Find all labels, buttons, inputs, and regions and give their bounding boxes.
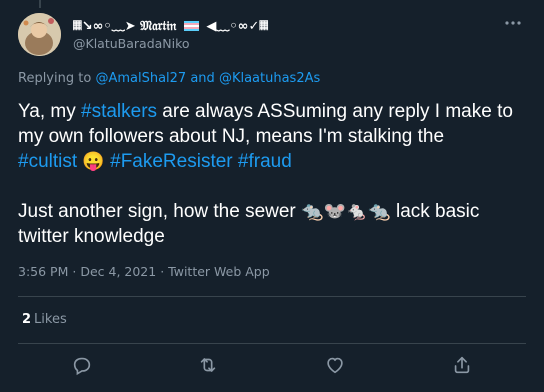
tweet-date[interactable]: Dec 4, 2021 xyxy=(80,264,156,279)
hashtag-fraud[interactable]: #fraud xyxy=(238,151,292,172)
display-name-text: 𝔐𝔞𝔯𝔱𝔦𝔫 xyxy=(140,19,177,34)
hashtag-cultist[interactable]: #cultist xyxy=(18,151,77,172)
reply-icon[interactable] xyxy=(71,354,93,376)
avatar[interactable] xyxy=(18,13,61,56)
tweet-time[interactable]: 3:56 PM xyxy=(18,264,68,279)
action-bar xyxy=(18,346,526,382)
tongue-emoji-icon: 😛 xyxy=(82,151,105,171)
divider xyxy=(18,296,526,297)
retweet-icon[interactable] xyxy=(197,354,219,376)
meta-separator: · xyxy=(72,264,77,279)
divider xyxy=(18,343,526,344)
reply-mention-2[interactable]: @Klaatuhas2As xyxy=(219,71,320,86)
replying-to-line: Replying to @AmalShal27 and @Klaatuhas2A… xyxy=(18,71,320,86)
user-handle[interactable]: @KlatuBaradaNiko xyxy=(73,36,190,51)
tweet-text-segment: Ya, my xyxy=(18,101,81,122)
likes-count-row[interactable]: 2 Likes xyxy=(22,312,67,327)
reply-and-text: and xyxy=(190,71,215,86)
share-icon[interactable] xyxy=(451,354,473,376)
tweet-body: Ya, my #stalkers are always ASSuming any… xyxy=(18,99,528,249)
reply-mention-1[interactable]: @AmalShal27 xyxy=(95,71,186,86)
transgender-flag-icon xyxy=(183,21,199,31)
name-decoration-right: ◀︎﹏◦∞✓𝄜 xyxy=(206,19,269,34)
tweet-source[interactable]: Twitter Web App xyxy=(168,264,270,279)
replying-to-label: Replying to xyxy=(18,71,92,86)
more-horizontal-icon[interactable] xyxy=(502,12,524,34)
meta-separator: · xyxy=(160,264,165,279)
name-decoration-left: 𝄜↘︎∞◦﹏➤ xyxy=(73,19,136,34)
tweet-text-segment: Just another sign, how the sewer xyxy=(18,201,296,222)
hashtag-fakeresister[interactable]: #FakeResister xyxy=(110,151,233,172)
display-name[interactable]: 𝄜↘︎∞◦﹏➤ 𝔐𝔞𝔯𝔱𝔦𝔫 ◀︎﹏◦∞✓𝄜 xyxy=(73,15,268,34)
tweet-meta: 3:56 PM · Dec 4, 2021 · Twitter Web App xyxy=(18,264,270,279)
thread-connector-line xyxy=(39,0,41,8)
rat-emoji-icon: 🐀🐭🐁🐀 xyxy=(301,201,391,221)
likes-label: Likes xyxy=(34,312,67,327)
like-icon[interactable] xyxy=(324,354,346,376)
hashtag-stalkers[interactable]: #stalkers xyxy=(81,101,157,122)
likes-count: 2 xyxy=(22,312,32,327)
